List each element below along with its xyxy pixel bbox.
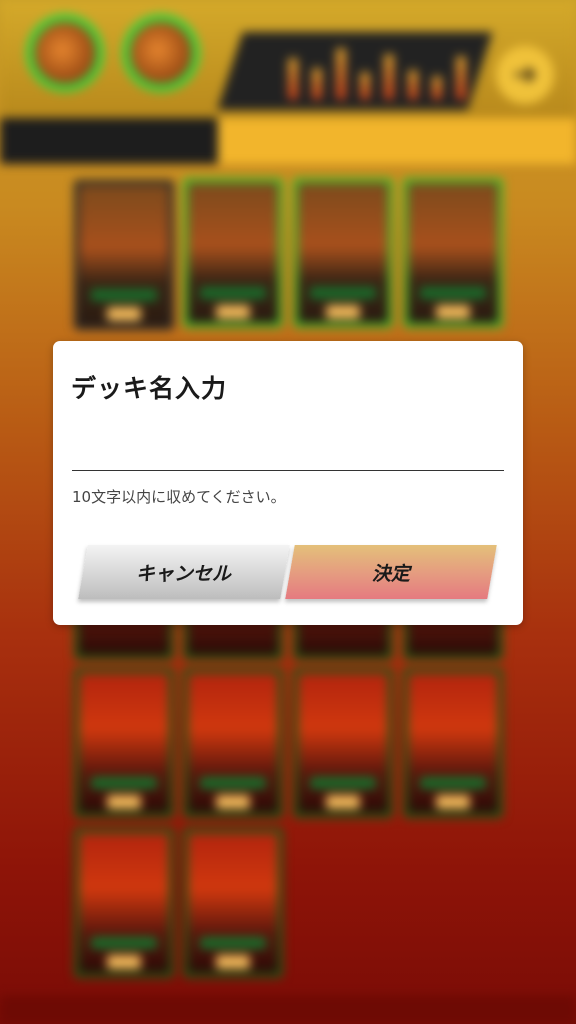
dialog-hint: 10文字以内に収めてください。: [72, 488, 286, 506]
deck-card[interactable]: [403, 668, 503, 818]
deck-card[interactable]: [74, 828, 174, 978]
cancel-button-label: キャンセル: [136, 562, 232, 585]
deck-name-input[interactable]: [72, 420, 504, 471]
confirm-button-label: 決定: [371, 562, 410, 585]
deck-name-dialog: デッキ名入力 10文字以内に収めてください。 キャンセル 決定: [53, 341, 523, 625]
bottom-strip: [0, 996, 576, 1024]
deck-card[interactable]: [183, 178, 283, 328]
deck-card[interactable]: [293, 178, 393, 328]
cancel-button[interactable]: キャンセル: [78, 545, 290, 599]
gauge-bar: [336, 48, 346, 100]
cost-gauge-panel: [217, 32, 493, 110]
gauge-bar: [408, 70, 418, 100]
confirm-button[interactable]: 決定: [285, 545, 497, 599]
deck-card[interactable]: [293, 668, 393, 818]
deck-name-plate: [0, 118, 218, 164]
gauge-bar: [456, 56, 466, 100]
deck-card[interactable]: [74, 180, 174, 330]
partner-avatar: [122, 14, 200, 92]
deck-card[interactable]: [183, 668, 283, 818]
deck-card[interactable]: [403, 178, 503, 328]
dialog-title: デッキ名入力: [71, 374, 228, 403]
deck-card[interactable]: [183, 828, 283, 978]
gauge-bar: [432, 76, 442, 100]
top-bar: ➜: [0, 0, 576, 118]
gauge-bar: [384, 54, 394, 100]
deck-card[interactable]: [74, 668, 174, 818]
deck-info-band: [0, 118, 576, 164]
player-avatar: [26, 14, 104, 92]
gauge-bar: [312, 68, 322, 100]
arrow-right-icon[interactable]: ➜: [496, 46, 554, 104]
gauge-bar: [288, 58, 298, 100]
gauge-bar: [360, 72, 370, 100]
